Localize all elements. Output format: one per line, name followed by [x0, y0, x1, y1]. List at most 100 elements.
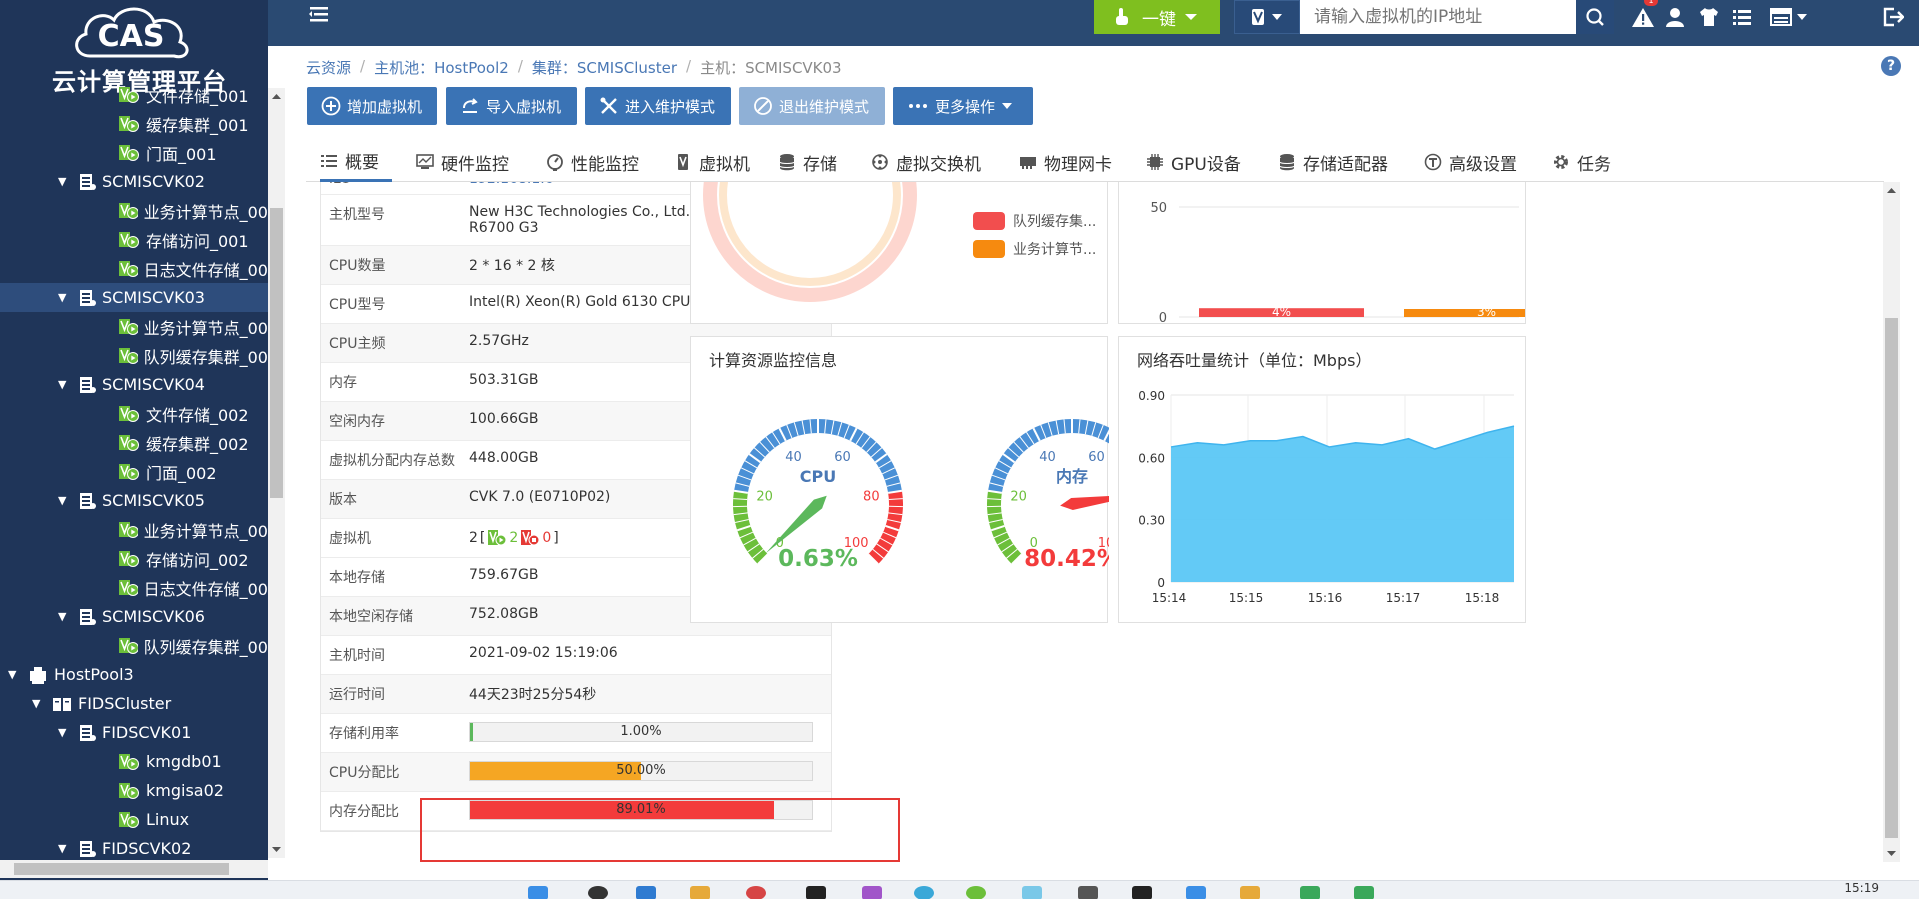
app-icon[interactable]	[1300, 886, 1320, 899]
main-vertical-scrollbar[interactable]	[1883, 182, 1900, 862]
sidebar-item-vm[interactable]: 缓存集群_002	[0, 428, 268, 457]
sidebar-item-vm[interactable]: 队列缓存集群_00	[0, 341, 268, 370]
expand-arrow-icon[interactable]: ▼	[8, 668, 20, 681]
import-vm-button[interactable]: 导入虚拟机	[446, 87, 577, 125]
legend-item[interactable]: 队列缓存集...	[973, 211, 1096, 231]
logout-icon[interactable]	[1880, 4, 1906, 30]
sidebar-item-vm[interactable]: Linux	[0, 805, 268, 834]
sidebar-item-vm[interactable]: kmgdb01	[0, 747, 268, 776]
app-icon[interactable]	[636, 886, 656, 899]
sidebar-item-host[interactable]: ▼ FIDSCVK01	[0, 718, 268, 747]
tab-physical-nic[interactable]: 物理网卡	[1019, 142, 1112, 182]
app-icon[interactable]	[1022, 886, 1042, 899]
sidebar-item-pool[interactable]: ▼ HostPool3	[0, 660, 268, 689]
browser-icon[interactable]	[914, 886, 934, 899]
more-operations-button[interactable]: 更多操作	[893, 87, 1033, 125]
sidebar-vertical-scrollbar[interactable]	[268, 88, 285, 858]
sidebar-item-vm[interactable]: 缓存集群_001	[0, 109, 268, 138]
start-icon[interactable]	[528, 886, 548, 899]
sidebar-item-vm[interactable]: 队列缓存集群_00	[0, 631, 268, 660]
progress-text: 50.00%	[616, 763, 666, 778]
sidebar-item-host[interactable]: ▼ FIDSCVK02	[0, 834, 268, 863]
expand-arrow-icon[interactable]: ▼	[58, 842, 70, 855]
sidebar-item-host[interactable]: ▼ SCMISCVK06	[0, 602, 268, 631]
bar[interactable]	[1404, 309, 1526, 317]
expand-arrow-icon[interactable]: ▼	[58, 726, 70, 739]
sidebar-item-vm[interactable]: 业务计算节点_00	[0, 312, 268, 341]
sidebar-item-vm[interactable]: 文件存储_001	[0, 80, 268, 109]
vm-running-count[interactable]: 2	[509, 530, 518, 546]
tab-hardware-monitoring[interactable]: 硬件监控	[416, 142, 509, 182]
sidebar-item-vm[interactable]: 存储访问_001	[0, 225, 268, 254]
sidebar-item-vm[interactable]: 业务计算节点_00	[0, 515, 268, 544]
sidebar-item-vm[interactable]: kmgisa02	[0, 776, 268, 805]
sidebar-hscroll-thumb[interactable]	[14, 863, 229, 875]
sidebar-item-host[interactable]: ▼ SCMISCVK04	[0, 370, 268, 399]
tab-tasks[interactable]: 任务	[1552, 142, 1611, 182]
breadcrumb-item-cloud-resources[interactable]: 云资源	[306, 57, 351, 78]
expand-arrow-icon[interactable]: ▼	[32, 697, 44, 710]
one-key-button[interactable]: 一键	[1094, 0, 1220, 34]
sidebar-item-label: 文件存储_002	[146, 405, 249, 425]
help-icon[interactable]: ?	[1881, 56, 1901, 76]
tab-performance-monitoring[interactable]: 性能监控	[546, 142, 639, 182]
view-mode-dropdown[interactable]	[1768, 4, 1810, 30]
breadcrumb-item-host-pool[interactable]: 主机池：HostPool2	[374, 57, 509, 78]
tab-summary[interactable]: 概要	[320, 142, 392, 182]
sidebar-scrollbar-thumb[interactable]	[270, 208, 283, 498]
tab-storage-adapter[interactable]: 存储适配器	[1278, 142, 1388, 182]
terminal-icon[interactable]	[1132, 886, 1152, 899]
vm-stopped-count[interactable]: 0	[542, 530, 551, 546]
sidebar-item-host[interactable]: ▼ SCMISCVK05	[0, 486, 268, 515]
app-icon[interactable]	[1078, 886, 1098, 899]
sidebar-item-cluster[interactable]: ▼ FIDSCluster	[0, 689, 268, 718]
sidebar-item-vm[interactable]: 门面_002	[0, 457, 268, 486]
legend-item[interactable]: 业务计算节...	[973, 239, 1096, 259]
sidebar-horizontal-scrollbar[interactable]	[0, 860, 268, 878]
tab-virtual-switch[interactable]: 虚拟交换机	[871, 142, 981, 182]
breadcrumb-item-cluster[interactable]: 集群：SCMISCluster	[532, 57, 677, 78]
tab-gpu-devices[interactable]: GPU设备	[1146, 142, 1241, 182]
exit-maintenance-button[interactable]: 退出维护模式	[739, 87, 885, 125]
tab-advanced-settings[interactable]: 高级设置	[1424, 142, 1517, 182]
sidebar-item-host[interactable]: ▼ SCMISCVK03	[0, 283, 268, 312]
tshirt-icon[interactable]	[1696, 4, 1722, 30]
expand-arrow-icon[interactable]: ▼	[58, 494, 70, 507]
search-type-dropdown[interactable]	[1234, 0, 1300, 34]
vm-ip-search-input[interactable]	[1300, 0, 1576, 34]
sidebar-item-host[interactable]: ▼ SCMISCVK02	[0, 167, 268, 196]
browser-icon[interactable]	[746, 886, 766, 899]
search-icon[interactable]	[588, 886, 608, 899]
app-icon[interactable]	[966, 886, 986, 899]
tab-label: 虚拟交换机	[896, 154, 981, 175]
folder-icon[interactable]	[1240, 886, 1260, 899]
table-view-icon	[1770, 8, 1792, 26]
list-icon[interactable]	[1729, 4, 1755, 30]
tab-storage[interactable]: 存储	[778, 142, 837, 182]
expand-arrow-icon[interactable]: ▼	[58, 175, 70, 188]
sidebar-item-vm[interactable]: 日志文件存储_00	[0, 573, 268, 602]
main-scrollbar-thumb[interactable]	[1885, 318, 1898, 838]
bar-data-label: 3%	[1477, 305, 1496, 319]
app-icon[interactable]	[862, 886, 882, 899]
folder-icon[interactable]	[690, 886, 710, 899]
app-icon[interactable]	[1186, 886, 1206, 899]
alarm-icon[interactable]: 1	[1630, 0, 1658, 30]
sidebar-item-vm[interactable]: 门面_001	[0, 138, 268, 167]
enter-maintenance-button[interactable]: 进入维护模式	[585, 87, 731, 125]
add-vm-button[interactable]: 增加虚拟机	[307, 87, 437, 125]
expand-arrow-icon[interactable]: ▼	[58, 610, 70, 623]
menu-toggle-icon[interactable]	[308, 3, 330, 25]
sidebar-item-vm[interactable]: 文件存储_002	[0, 399, 268, 428]
app-icon[interactable]	[806, 886, 826, 899]
user-icon[interactable]	[1662, 4, 1688, 30]
search-button[interactable]	[1576, 0, 1614, 34]
gauge-value: 0.63%	[778, 546, 858, 572]
sidebar-item-vm[interactable]: 业务计算节点_00	[0, 196, 268, 225]
expand-arrow-icon[interactable]: ▼	[58, 378, 70, 391]
tab-virtual-machines[interactable]: 虚拟机	[674, 142, 750, 182]
expand-arrow-icon[interactable]: ▼	[58, 291, 70, 304]
app-icon[interactable]	[1354, 886, 1374, 899]
sidebar-item-vm[interactable]: 日志文件存储_00	[0, 254, 268, 283]
sidebar-item-vm[interactable]: 存储访问_002	[0, 544, 268, 573]
